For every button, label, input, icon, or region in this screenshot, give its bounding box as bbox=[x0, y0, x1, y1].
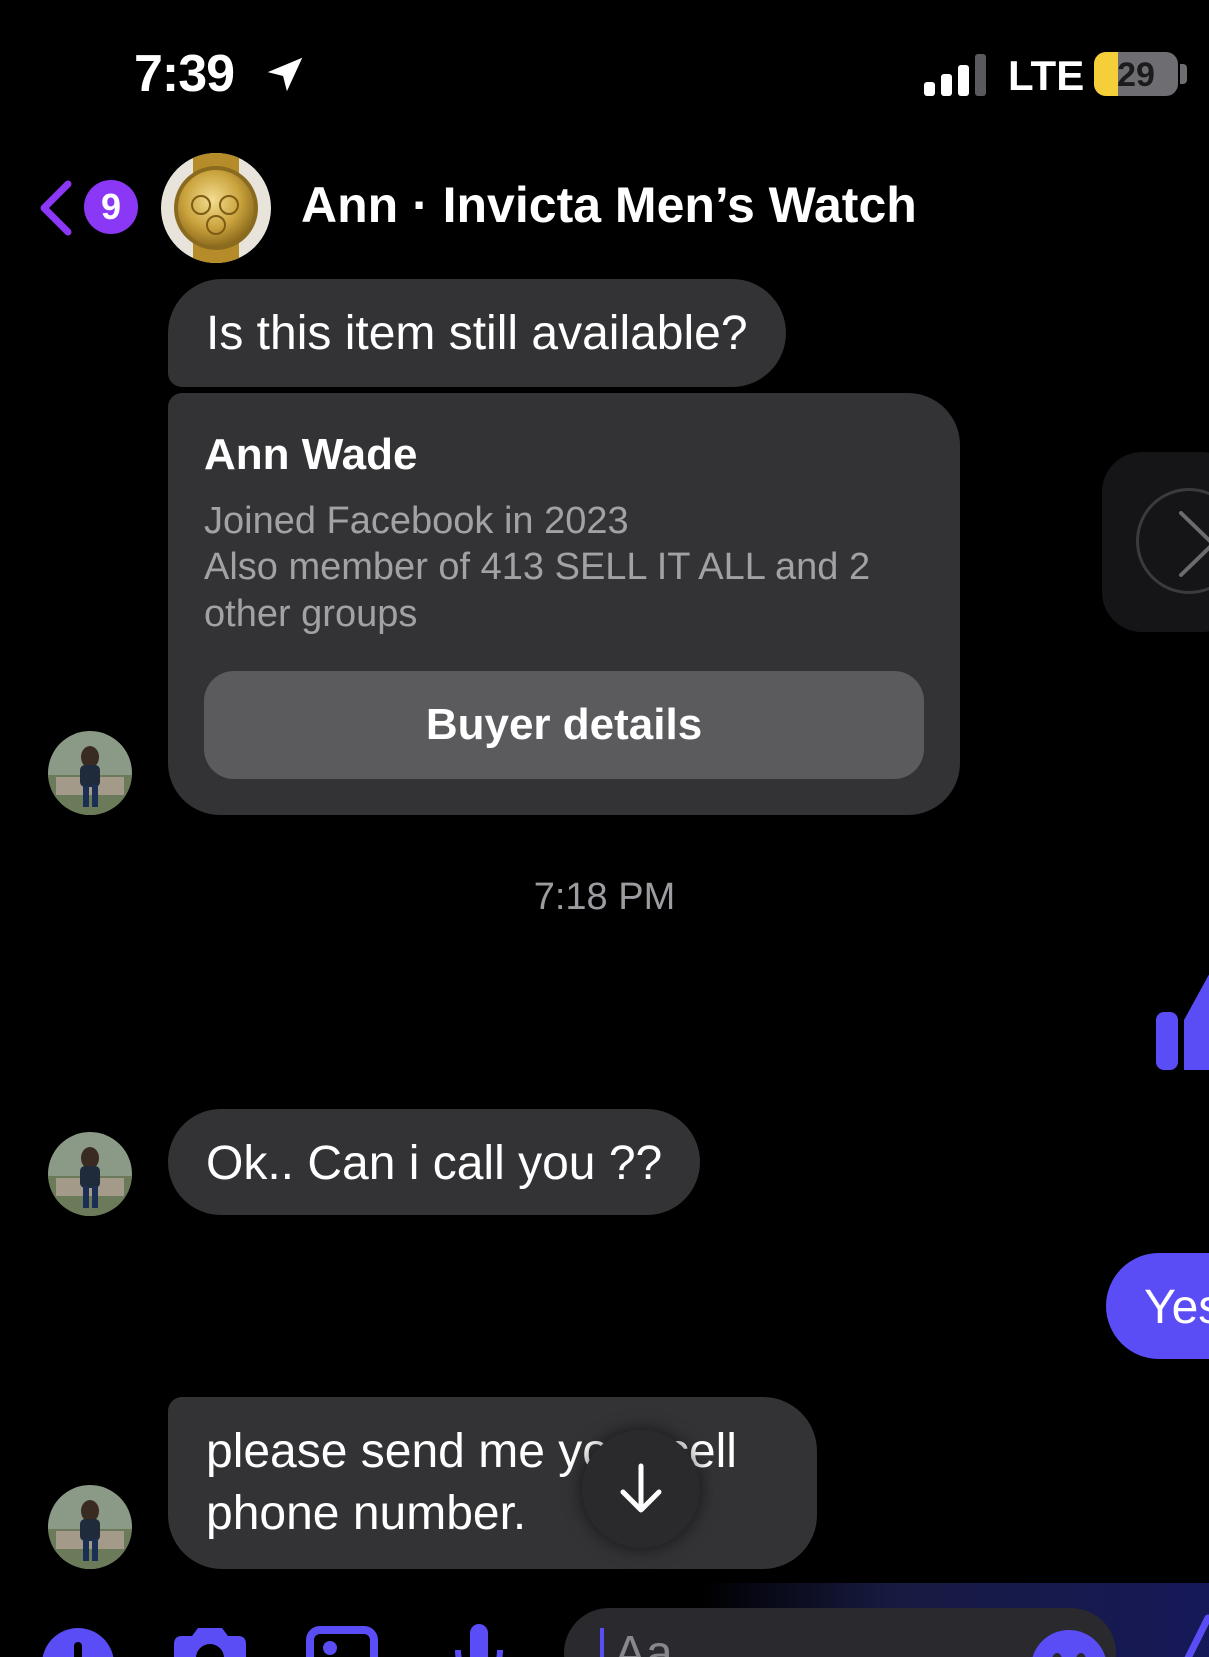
avatar[interactable] bbox=[48, 1485, 132, 1569]
message-bubble-incoming[interactable]: Ok.. Can i call you ?? bbox=[168, 1109, 701, 1215]
arrow-down-icon bbox=[620, 1463, 662, 1513]
avatar-photo bbox=[48, 1132, 132, 1216]
message-input[interactable] bbox=[614, 1626, 1014, 1657]
buyer-details-button[interactable]: Buyer details bbox=[204, 671, 924, 779]
avatar[interactable] bbox=[48, 731, 132, 815]
signal-bars-icon bbox=[924, 54, 986, 96]
next-button[interactable] bbox=[1136, 488, 1209, 594]
chat-title[interactable]: Ann · Invicta Men’s Watch bbox=[301, 176, 917, 234]
gold-watch-icon bbox=[161, 153, 271, 263]
network-type: LTE bbox=[1008, 52, 1085, 99]
avatar-photo bbox=[48, 731, 132, 815]
chevron-left-icon bbox=[40, 180, 72, 236]
message-bubble-outgoing[interactable]: Yes bbox=[1106, 1253, 1209, 1359]
photo-icon[interactable] bbox=[304, 1620, 384, 1657]
buyer-info-card: Ann Wade Joined Facebook in 2023 Also me… bbox=[168, 393, 960, 815]
message-timestamp: 7:18 PM bbox=[533, 876, 676, 918]
buyer-name: Ann Wade bbox=[204, 430, 418, 479]
avatar[interactable] bbox=[48, 1132, 132, 1216]
plus-circle-icon[interactable] bbox=[36, 1620, 116, 1657]
send-icon[interactable] bbox=[1174, 1612, 1209, 1657]
battery-percentage: 29 bbox=[1117, 56, 1155, 94]
battery-tip bbox=[1180, 64, 1187, 84]
message-bubble-incoming[interactable]: Is this item still available? bbox=[168, 279, 786, 387]
buyer-groups-text: Also member of 413 SELL IT ALL and 2 oth… bbox=[204, 546, 871, 635]
text-caret bbox=[600, 1628, 604, 1657]
back-button[interactable]: 9 bbox=[36, 172, 138, 242]
messenger-screen: 7:39 LTE 29 9 Ann · Invicta Men’s Watch … bbox=[0, 0, 1209, 1657]
listing-side-panel bbox=[1102, 452, 1209, 632]
microphone-icon[interactable] bbox=[440, 1620, 520, 1657]
emoji-icon[interactable] bbox=[1029, 1628, 1109, 1657]
camera-icon[interactable] bbox=[170, 1620, 250, 1657]
thumbs-up-icon[interactable] bbox=[1150, 960, 1209, 1076]
unread-count-badge: 9 bbox=[84, 180, 138, 234]
avatar-photo bbox=[48, 1485, 132, 1569]
location-arrow-icon bbox=[267, 57, 303, 92]
chevron-right-icon bbox=[1179, 511, 1209, 577]
message-bubble-incoming[interactable]: please send me your cell phone number. bbox=[168, 1397, 817, 1569]
battery-indicator: 29 bbox=[1094, 52, 1178, 96]
scroll-to-bottom-button[interactable] bbox=[582, 1430, 700, 1548]
listing-thumbnail[interactable] bbox=[161, 153, 271, 263]
message-composer[interactable] bbox=[564, 1608, 1116, 1657]
buyer-joined-text: Joined Facebook in 2023 bbox=[204, 499, 629, 542]
status-time: 7:39 bbox=[134, 45, 235, 103]
